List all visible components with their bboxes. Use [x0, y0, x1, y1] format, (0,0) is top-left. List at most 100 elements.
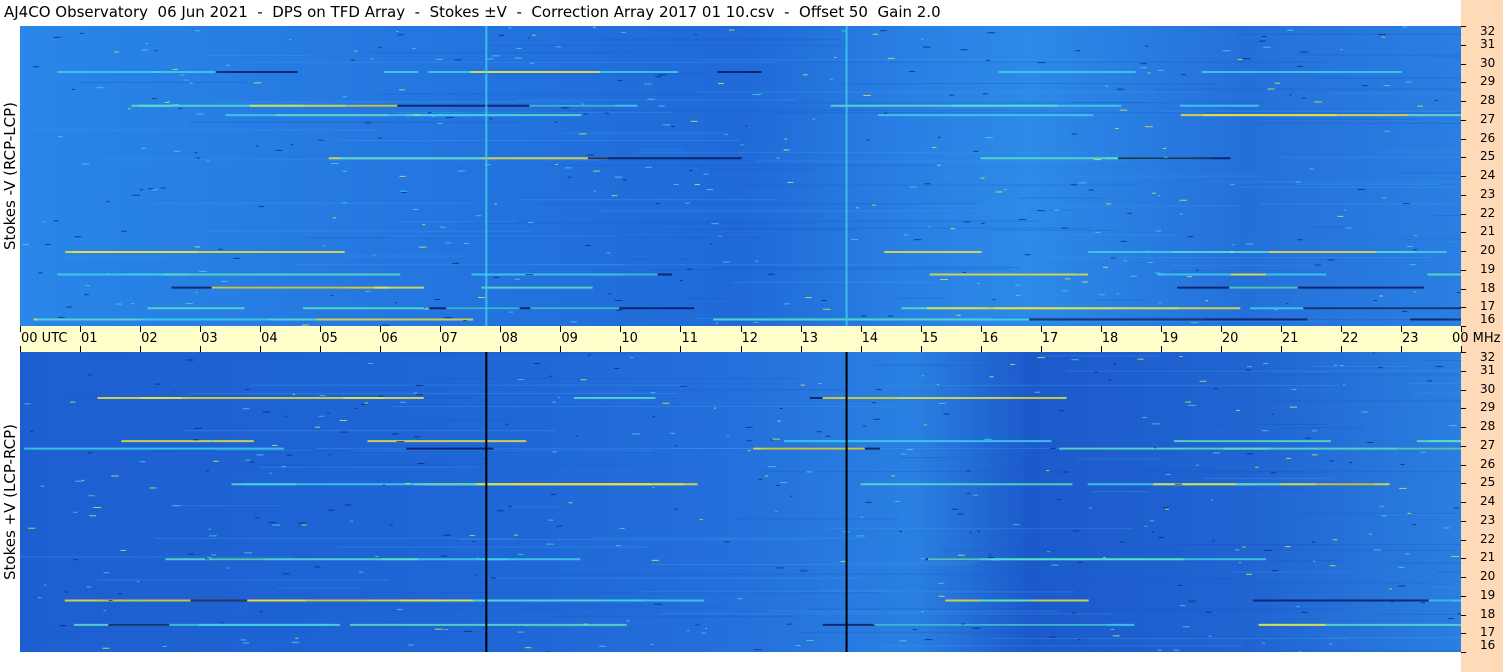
frequency-tick-label: 22	[1480, 531, 1496, 546]
noise-streak	[96, 579, 390, 581]
speckle	[40, 485, 45, 487]
time-tick-label: 07	[441, 331, 458, 346]
speckle	[1077, 639, 1081, 641]
speckle	[650, 643, 653, 645]
speckle	[440, 555, 447, 557]
speckle	[715, 322, 719, 324]
noise-streak	[1235, 33, 1461, 35]
emission-band-segment	[245, 483, 510, 486]
speckle	[1071, 359, 1079, 361]
speckle	[391, 433, 399, 435]
speckle	[172, 68, 178, 70]
speckle	[1049, 636, 1057, 638]
frequency-tick-label: 29	[1480, 74, 1496, 89]
speckle	[956, 314, 961, 316]
speckle	[604, 112, 609, 114]
speckle	[1262, 363, 1269, 365]
speckle	[775, 485, 780, 487]
speckle	[1391, 601, 1394, 603]
time-tick-label: 09	[561, 331, 578, 346]
speckle	[275, 149, 283, 151]
speckle	[1151, 423, 1160, 425]
speckle	[1142, 417, 1147, 419]
speckle	[1137, 358, 1144, 360]
speckle	[194, 427, 203, 429]
speckle	[1179, 199, 1187, 201]
speckle	[53, 36, 61, 38]
speckle	[1208, 635, 1212, 637]
frequency-tick-label: 30	[1480, 55, 1496, 70]
speckle	[350, 520, 354, 522]
noise-streak	[1389, 562, 1461, 564]
noise-streak	[953, 320, 1329, 322]
speckle	[411, 47, 416, 49]
noise-streak	[1039, 355, 1160, 357]
speckle	[616, 309, 623, 311]
time-tick-label: 08	[501, 331, 518, 346]
speckle	[1417, 105, 1424, 107]
speckle	[271, 444, 278, 446]
spectrogram-window: AJ4CO Observatory 06 Jun 2021 - DPS on T…	[0, 0, 1503, 672]
speckle	[658, 105, 665, 107]
noise-streak	[632, 389, 846, 391]
emission-band-segment	[1235, 483, 1281, 486]
speckle	[1185, 401, 1191, 403]
noise-streak	[1278, 156, 1461, 158]
speckle	[1238, 562, 1242, 564]
speckle	[396, 441, 405, 443]
speckle	[172, 104, 180, 106]
speckle	[1235, 409, 1240, 411]
noise-streak	[370, 52, 638, 54]
speckle	[1157, 195, 1161, 197]
bottom-panel-ylabel: Stokes +V (LCP-RCP)	[1, 424, 19, 580]
speckle	[1246, 453, 1254, 455]
speckle	[88, 374, 92, 376]
speckle	[43, 584, 47, 586]
speckle	[1070, 184, 1077, 186]
speckle	[673, 183, 680, 185]
speckle	[924, 183, 931, 185]
speckle	[107, 273, 110, 275]
speckle	[675, 445, 678, 447]
speckle	[872, 33, 878, 35]
speckle	[866, 139, 870, 141]
frequency-tick-label: 28	[1480, 93, 1496, 107]
emission-band-segment	[994, 307, 1241, 310]
noise-streak	[1004, 234, 1181, 236]
emission-band-segment	[1177, 286, 1424, 289]
speckle	[662, 124, 671, 126]
speckle	[152, 189, 158, 191]
speckle	[180, 74, 185, 76]
speckle	[1093, 159, 1102, 161]
speckle	[437, 122, 443, 124]
speckle	[1058, 410, 1065, 412]
speckle	[960, 49, 968, 51]
speckle	[358, 571, 364, 573]
speckle	[256, 454, 264, 456]
speckle	[444, 317, 453, 319]
frequency-tick-mark	[1461, 445, 1466, 447]
speckle	[1242, 58, 1251, 60]
speckle	[1047, 551, 1051, 553]
noise-streak	[249, 609, 565, 611]
noise-streak	[660, 613, 1114, 615]
speckle	[1158, 302, 1162, 304]
speckle	[1339, 364, 1344, 366]
speckle	[748, 450, 751, 452]
speckle	[1311, 454, 1318, 456]
speckle	[514, 57, 523, 59]
speckle	[862, 425, 867, 427]
noise-streak	[649, 268, 1010, 270]
noise-streak	[98, 159, 602, 161]
speckle	[585, 244, 592, 246]
noise-streak	[1038, 582, 1461, 584]
speckle	[400, 401, 406, 403]
speckle	[445, 116, 454, 118]
frequency-tick-mark	[1461, 595, 1466, 597]
top-panel-ylabel: Stokes -V (RCP-LCP)	[0, 102, 19, 250]
speckle	[93, 507, 102, 509]
speckle	[973, 150, 979, 152]
speckle	[331, 163, 339, 165]
speckle	[1015, 294, 1021, 296]
speckle	[1349, 462, 1353, 464]
